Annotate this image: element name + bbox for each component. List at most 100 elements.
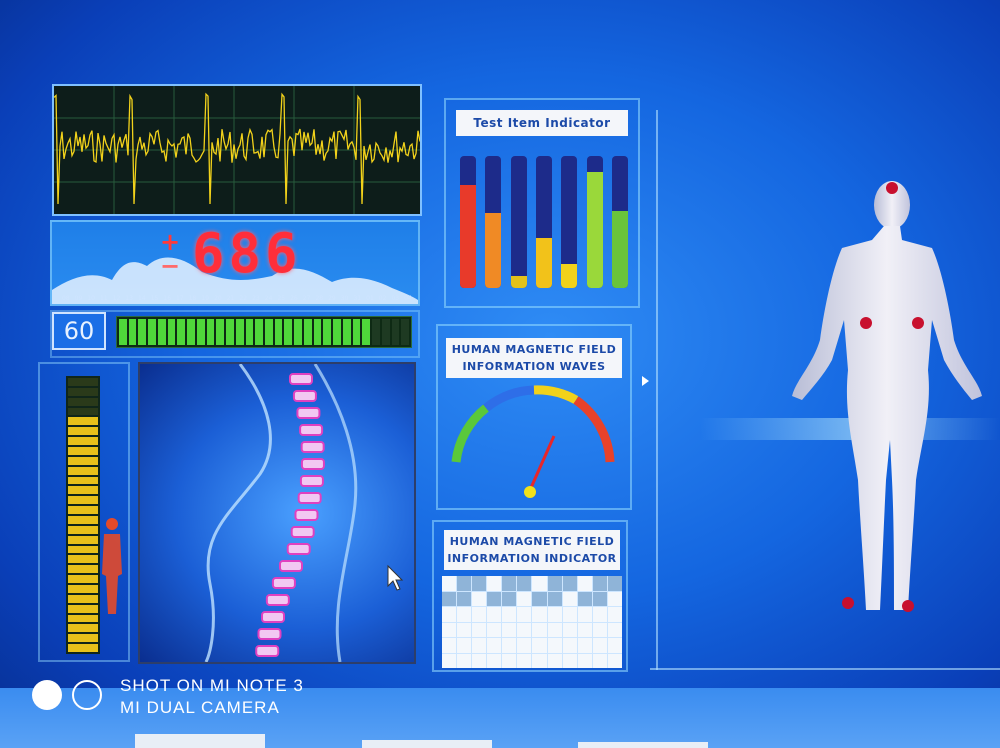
axis-label: 11 (100, 295, 108, 302)
indicator-cell (577, 591, 592, 606)
vertebra (271, 577, 296, 589)
indicator-cell (472, 638, 487, 653)
body-figure-icon (102, 518, 122, 614)
test-item-bar (510, 156, 527, 288)
indicator-cell (547, 653, 562, 668)
indicator-cell (607, 591, 622, 606)
indicator-cell (577, 638, 592, 653)
indicator-cell (547, 638, 562, 653)
indicator-cell (442, 622, 457, 637)
axis-label: 02 (378, 295, 387, 302)
indicator-cell (607, 653, 622, 668)
test-item-bar-fill (460, 185, 476, 288)
indicator-grid (442, 576, 622, 668)
vertical-meter-segment (68, 387, 98, 396)
waves-title: HUMAN MAGNETIC FIELD INFORMATION WAVES (446, 338, 622, 378)
counter-axis-labels: 08 09 10 11 12 13 14 15 16 17 18 19 20 21 22 23 24 25 26 27… (62, 295, 412, 302)
axis-label: 29 (328, 295, 336, 302)
axis-label: 25 (277, 295, 286, 302)
vertebra (289, 373, 313, 385)
test-item-bar (561, 156, 578, 288)
level-segment (352, 319, 361, 345)
bottom-tab-2[interactable] (362, 740, 492, 748)
vertebra (297, 492, 322, 504)
indicator-cell (562, 576, 577, 591)
level-segment (167, 319, 176, 345)
indicator-cell (487, 638, 502, 653)
indicator-cell (517, 638, 532, 653)
axis-label: 03 (391, 295, 400, 302)
vertebra (265, 594, 290, 606)
play-arrow-icon[interactable] (642, 376, 649, 386)
vertebra (299, 475, 324, 487)
indicator-cell (457, 622, 472, 637)
indicator-cell (487, 591, 502, 606)
level-value-box: 60 (52, 312, 106, 350)
test-item-bars (460, 156, 628, 288)
vertebra (261, 611, 286, 623)
bottom-tab-3[interactable] (578, 742, 708, 748)
indicator-cell (472, 591, 487, 606)
ecg-trace (54, 86, 420, 214)
scale-ruler (656, 110, 658, 670)
indicator-cell (472, 576, 487, 591)
indicator-cell (607, 576, 622, 591)
test-item-bar-fill (561, 264, 578, 288)
vertical-meter-segment (68, 506, 98, 514)
level-segment (274, 319, 283, 345)
vertical-meter-segment (68, 407, 98, 416)
axis-label: 13 (125, 295, 133, 302)
vertebra (296, 407, 321, 419)
axis-label: 04 (404, 295, 412, 302)
axis-label: 15 (150, 295, 159, 302)
indicator-cell (592, 622, 607, 637)
test-item-bar-fill (485, 212, 502, 288)
axis-label: 08 (62, 295, 70, 302)
axis-label: 19 (201, 295, 210, 302)
bottom-tab-1[interactable] (135, 734, 265, 748)
indicator-cell (532, 607, 547, 622)
axis-label: 18 (188, 295, 197, 302)
vertical-meter-segment (68, 565, 98, 574)
spine-image (138, 362, 416, 664)
level-segment (245, 319, 254, 345)
test-item-bar (485, 156, 502, 288)
vertical-meter-segment (68, 486, 98, 495)
axis-label: 20 (214, 295, 222, 302)
watermark-line2: MI DUAL CAMERA (120, 698, 280, 717)
vertical-meter-segment (68, 584, 98, 593)
indicator-cell (607, 638, 622, 653)
axis-label: 12 (112, 295, 121, 302)
level-segment (235, 319, 244, 345)
vertebra (278, 560, 303, 572)
indicator-cell (577, 653, 592, 668)
vertical-meter-segment (68, 614, 98, 623)
indicator-cell (457, 653, 472, 668)
waves-title-line1: HUMAN MAGNETIC FIELD (451, 343, 617, 356)
axis-label: 31 (353, 295, 362, 302)
indicator-cell (457, 638, 472, 653)
level-segment (303, 319, 312, 345)
indicator-cell (592, 591, 607, 606)
vertical-meter-segment (68, 535, 98, 544)
level-strip: 60 (50, 310, 420, 358)
level-segment (323, 319, 332, 345)
indicator-cell (532, 653, 547, 668)
level-segment (206, 319, 215, 345)
indicator-cell (592, 653, 607, 668)
test-item-bar (611, 156, 628, 288)
test-item-bar-fill (586, 171, 603, 288)
indicator-cell (547, 591, 562, 606)
indicator-cell (532, 622, 547, 637)
axis-label: 21 (226, 295, 235, 302)
indicator-title-line1: HUMAN MAGNETIC FIELD (449, 535, 615, 548)
test-item-bar (460, 156, 476, 288)
indicator-cell (502, 576, 517, 591)
axis-label: 23 (252, 295, 260, 302)
axis-label: 17 (176, 295, 184, 302)
indicator-cell (502, 638, 517, 653)
indicator-cell (457, 591, 472, 606)
waves-title-line2: INFORMATION WAVES (462, 360, 606, 373)
indicator-cell (592, 638, 607, 653)
indicator-cell (562, 622, 577, 637)
